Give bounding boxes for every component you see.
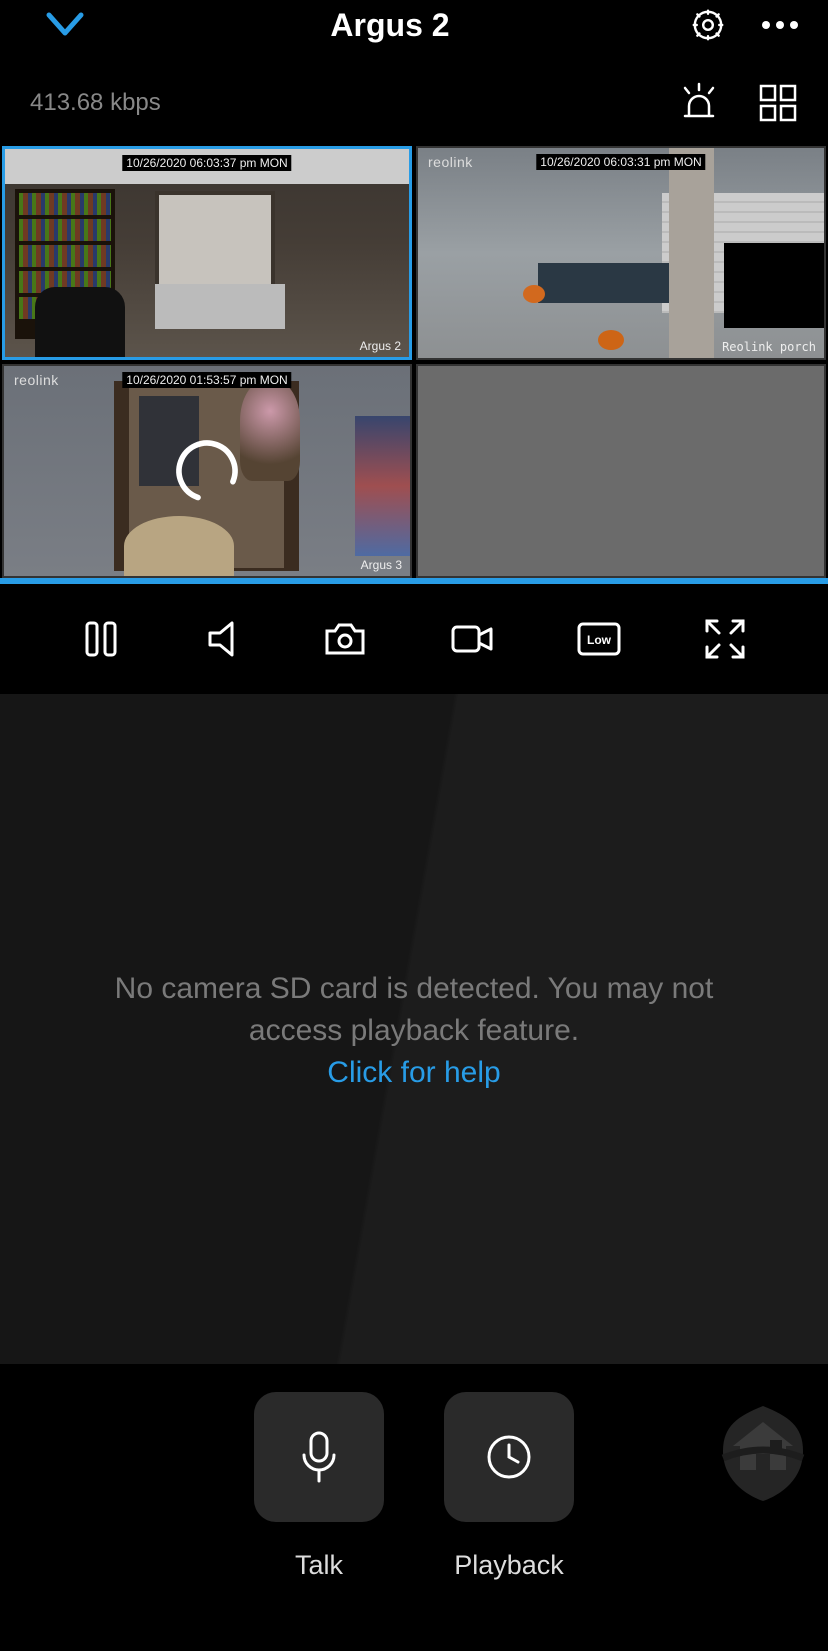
bitrate-label: 413.68 kbps	[30, 89, 161, 117]
player-controls: Low	[0, 584, 828, 694]
playback-panel: No camera SD card is detected. You may n…	[0, 694, 828, 1364]
talk-action: Talk	[254, 1392, 384, 1581]
record-button[interactable]	[449, 621, 495, 657]
quality-badge-icon: Low	[576, 621, 622, 657]
sd-card-warning: No camera SD card is detected. You may n…	[115, 968, 714, 1052]
camera-brand-label: reolink	[428, 154, 473, 170]
house-shield-icon	[708, 1396, 818, 1506]
page-title: Argus 2	[90, 7, 690, 44]
chevron-down-icon	[45, 11, 85, 39]
more-button[interactable]	[760, 18, 800, 32]
camera-tile-empty[interactable]	[416, 364, 826, 578]
pause-icon	[81, 619, 121, 659]
camera-timestamp: 10/26/2020 06:03:37 pm MON	[122, 155, 291, 171]
grid-icon	[758, 83, 798, 123]
talk-button[interactable]	[254, 1392, 384, 1522]
settings-button[interactable]	[690, 7, 726, 43]
playback-action: Playback	[444, 1392, 574, 1581]
camera-feed	[418, 148, 824, 358]
camera-timestamp: 10/26/2020 06:03:31 pm MON	[536, 154, 705, 170]
app-header: Argus 2	[0, 0, 828, 50]
watermark-logo	[708, 1396, 818, 1511]
svg-text:Low: Low	[587, 633, 612, 647]
stream-info-bar: 413.68 kbps	[0, 50, 828, 146]
quality-button[interactable]: Low	[576, 621, 622, 657]
snapshot-button[interactable]	[323, 619, 367, 659]
camera-tile-2[interactable]: reolink 10/26/2020 06:03:31 pm MON Reoli…	[416, 146, 826, 360]
camera-name-label: Argus 3	[361, 558, 402, 572]
playback-label: Playback	[454, 1550, 564, 1581]
clock-icon	[484, 1432, 534, 1482]
camera-name-label: Reolink porch	[722, 340, 816, 354]
more-horizontal-icon	[760, 18, 800, 32]
grid-view-button[interactable]	[758, 83, 798, 123]
camera-tile-3[interactable]: reolink 10/26/2020 01:53:57 pm MON Argus…	[2, 364, 412, 578]
camera-name-label: Argus 2	[360, 339, 401, 353]
camera-timestamp: 10/26/2020 01:53:57 pm MON	[122, 372, 291, 388]
speaker-icon	[202, 619, 242, 659]
gear-icon	[690, 7, 726, 43]
video-camera-icon	[449, 621, 495, 657]
camera-brand-label: reolink	[14, 372, 59, 388]
camera-grid: 10/26/2020 06:03:37 pm MON Argus 2 reoli…	[0, 146, 828, 584]
bottom-action-bar: Talk Playback	[0, 1392, 828, 1581]
camera-icon	[323, 619, 367, 659]
loading-spinner	[172, 436, 242, 506]
talk-label: Talk	[295, 1550, 343, 1581]
playback-button[interactable]	[444, 1392, 574, 1522]
alarm-bell-icon	[676, 80, 722, 126]
pause-button[interactable]	[81, 619, 121, 659]
expand-icon	[703, 617, 747, 661]
microphone-icon	[296, 1429, 342, 1485]
alarm-button[interactable]	[676, 80, 722, 126]
help-link[interactable]: Click for help	[327, 1056, 500, 1090]
camera-tile-1[interactable]: 10/26/2020 06:03:37 pm MON Argus 2	[2, 146, 412, 360]
camera-feed	[5, 149, 409, 357]
collapse-button[interactable]	[40, 11, 90, 39]
fullscreen-button[interactable]	[703, 617, 747, 661]
mute-button[interactable]	[202, 619, 242, 659]
